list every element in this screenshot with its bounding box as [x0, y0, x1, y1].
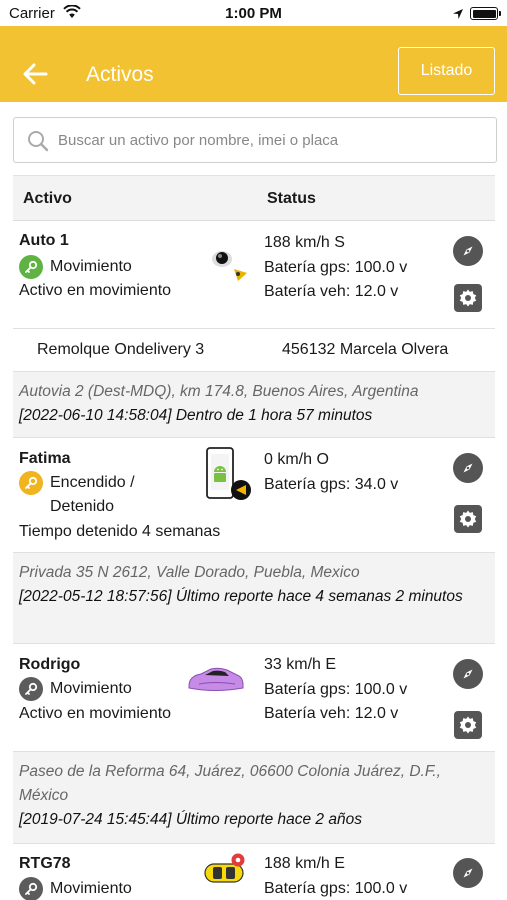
- assets-table: Activo Status Auto 1 Movimiento Activo e…: [13, 175, 495, 900]
- key-icon: [19, 471, 43, 495]
- location-arrow-icon: [452, 7, 464, 25]
- asset-extra-info: Remolque Ondelivery 3 456132 Marcela Olv…: [13, 329, 495, 372]
- list-button[interactable]: Listado: [398, 47, 495, 95]
- back-arrow-icon[interactable]: [22, 62, 48, 86]
- gear-icon[interactable]: [454, 711, 482, 739]
- car-thumbnail: [185, 666, 247, 701]
- state-description: Activo en movimiento: [19, 705, 172, 722]
- column-status: Status: [267, 190, 316, 207]
- gps-battery: Batería gps: 100.0 v: [264, 259, 408, 276]
- state-label-line2: Detenido: [50, 498, 115, 515]
- state-description: Activo en movimiento: [19, 282, 172, 299]
- asset-row[interactable]: Auto 1 Movimiento Activo en movimiento 1…: [13, 221, 495, 329]
- state-label: Movimiento: [50, 880, 132, 897]
- asset-name: Fatima: [19, 450, 71, 467]
- asset-address: Autovia 2 (Dest-MDQ), km 174.8, Buenos A…: [19, 383, 419, 400]
- last-report: [2022-06-10 14:58:04] Dentro de 1 hora 5…: [19, 407, 373, 424]
- last-report: [2022-05-12 18:57:56] Último reporte hac…: [19, 588, 463, 605]
- search-icon: [27, 130, 49, 157]
- compass-icon[interactable]: [453, 453, 483, 483]
- search-box: [13, 117, 497, 163]
- vehicle-battery: Batería veh: 12.0 v: [264, 705, 399, 722]
- asset-name: Auto 1: [19, 232, 69, 249]
- key-icon: [19, 677, 43, 701]
- asset-address-block: Privada 35 N 2612, Valle Dorado, Puebla,…: [13, 553, 495, 644]
- asset-address: Privada 35 N 2612, Valle Dorado, Puebla,…: [19, 564, 360, 581]
- page-title: Activos: [86, 63, 154, 86]
- asset-state: Movimiento: [19, 255, 132, 279]
- gear-icon[interactable]: [454, 505, 482, 533]
- gear-icon[interactable]: [454, 284, 482, 312]
- gps-battery: Batería gps: 100.0 v: [264, 681, 408, 698]
- asset-address-block: Autovia 2 (Dest-MDQ), km 174.8, Buenos A…: [13, 372, 495, 438]
- search-input[interactable]: [58, 126, 478, 154]
- speed: 0 km/h O: [264, 451, 329, 468]
- asset-address: Paseo de la Reforma 64, Juárez, 06600 Co…: [19, 763, 441, 804]
- speed: 33 km/h E: [264, 656, 337, 673]
- taxi-thumbnail: [203, 852, 249, 893]
- asset-row[interactable]: Fatima Encendido / Detenido Tiempo deten…: [13, 438, 495, 553]
- asset-state: Movimiento: [19, 877, 132, 900]
- asset-row[interactable]: RTG78 Movimiento 188 km/h E Batería gps:…: [13, 844, 495, 900]
- column-asset: Activo: [23, 190, 72, 207]
- battery-icon: [470, 7, 501, 20]
- last-report: [2019-07-24 15:45:44] Último reporte hac…: [19, 811, 362, 828]
- state-description: Tiempo detenido 4 semanas: [19, 523, 221, 540]
- compass-icon[interactable]: [453, 858, 483, 888]
- state-label: Movimiento: [50, 258, 132, 275]
- key-icon: [19, 255, 43, 279]
- clock: 1:00 PM: [225, 5, 282, 22]
- table-header: Activo Status: [13, 175, 495, 221]
- asset-row[interactable]: Rodrigo Movimiento Activo en movimiento …: [13, 644, 495, 752]
- gps-battery: Batería gps: 100.0 v: [264, 880, 408, 897]
- compass-icon[interactable]: [453, 236, 483, 266]
- asset-address-block: Paseo de la Reforma 64, Juárez, 06600 Co…: [13, 752, 495, 844]
- trailer-name: Remolque Ondelivery 3: [37, 341, 205, 358]
- speed: 188 km/h E: [264, 855, 345, 872]
- gps-battery: Batería gps: 34.0 v: [264, 476, 399, 493]
- android-device-thumbnail: [203, 446, 253, 509]
- vehicle-battery: Batería veh: 12.0 v: [264, 283, 399, 300]
- app-header: Activos Listado: [0, 26, 507, 102]
- state-label: Movimiento: [50, 680, 132, 697]
- vehicle-thumbnail: [209, 249, 251, 288]
- status-bar: Carrier 1:00 PM: [0, 0, 507, 26]
- asset-name: Rodrigo: [19, 656, 81, 673]
- state-label: Encendido /: [50, 474, 135, 491]
- driver-info: 456132 Marcela Olvera: [282, 341, 449, 358]
- asset-state: Movimiento: [19, 677, 132, 701]
- speed: 188 km/h S: [264, 234, 345, 251]
- compass-icon[interactable]: [453, 659, 483, 689]
- asset-name: RTG78: [19, 855, 71, 872]
- asset-state: Encendido /: [19, 471, 135, 495]
- key-icon: [19, 877, 43, 900]
